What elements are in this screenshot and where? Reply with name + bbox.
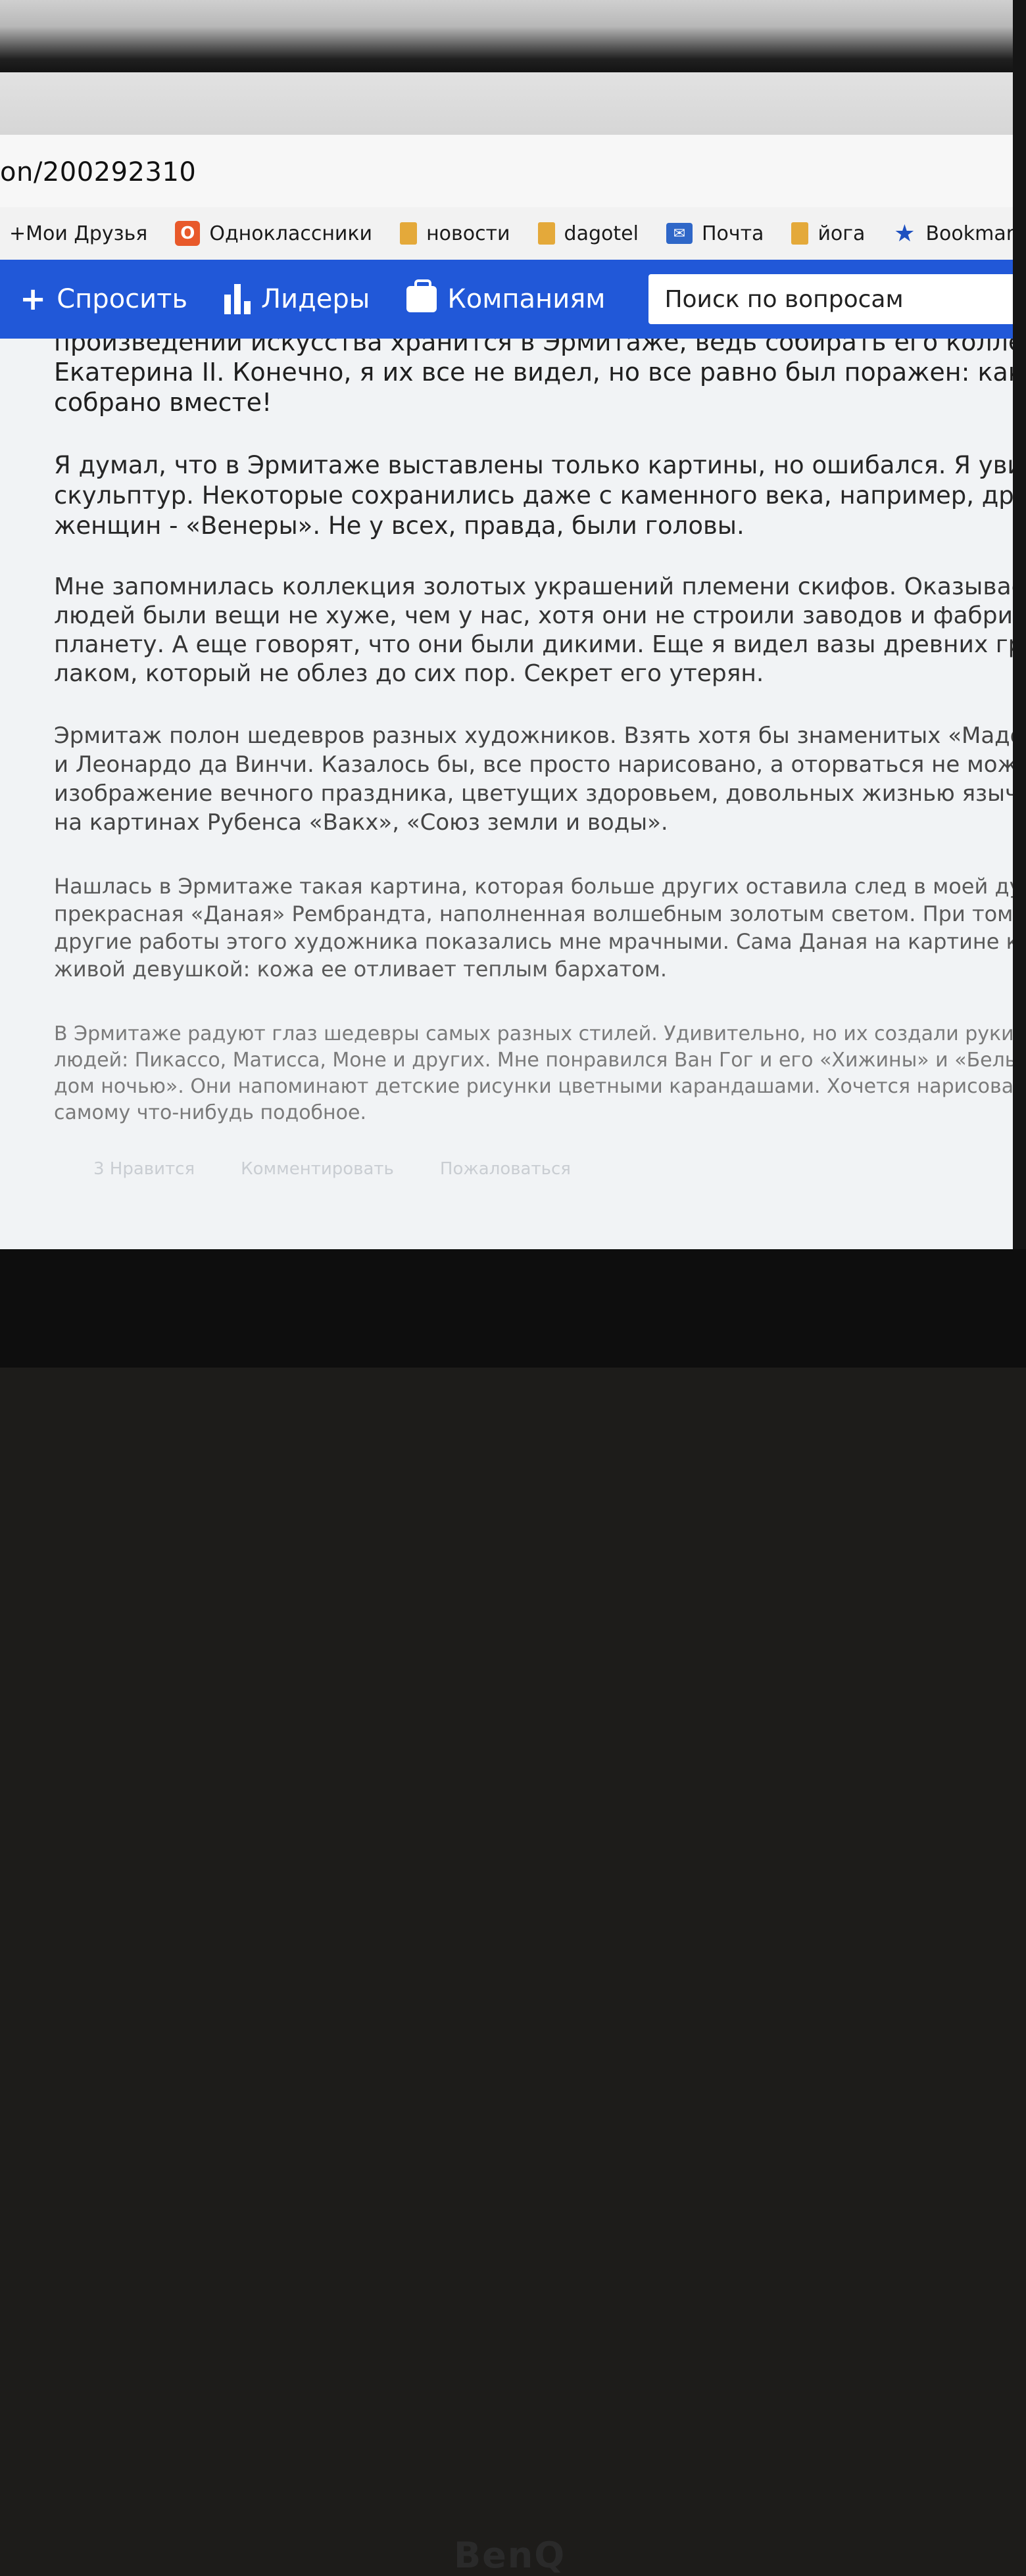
answer-actions: 3 Нравится Комментировать Пожаловаться (54, 1159, 1014, 1179)
address-url[interactable]: on/200292310 (0, 157, 196, 187)
report-button[interactable]: Пожаловаться (440, 1159, 571, 1179)
text-line: Я думал, что в Эрмитаже выставлены тольк… (54, 451, 1016, 479)
folder-icon (400, 222, 418, 245)
bookmark-label: Почта (701, 222, 764, 245)
browser-screen: on/200292310 +Мои Друзья О Одноклассники… (0, 72, 1016, 1249)
text-line: планету. А еще говорят, что они были дик… (54, 631, 1016, 658)
paragraph: Я думал, что в Эрмитаже выставлены тольк… (54, 450, 1016, 541)
monitor-bezel-bottom: BenQ (0, 1249, 1026, 2576)
bookmark-pochta[interactable]: ✉ Почта (666, 222, 764, 245)
paragraph: В Эрмитаже радуют глаз шедевры самых раз… (54, 1021, 1016, 1126)
bookmark-label: Bookmarks (925, 222, 1016, 245)
text-line: Мне запомнилась коллекция золотых украше… (54, 573, 1016, 600)
leaders-label: Лидеры (261, 284, 370, 314)
site-navbar: + Спросить Лидеры Компаниям Поиск по воп… (0, 260, 1016, 339)
bar-chart-icon (224, 284, 251, 314)
bookmark-label: +Мои Друзья (9, 222, 148, 245)
text-line: другие работы этого художника показались… (54, 929, 1016, 954)
answer-text: произведений искусства хранится в Эрмита… (54, 339, 1016, 1179)
text-line: лаком, который не облез до сих пор. Секр… (54, 660, 764, 687)
bookmark-label: Одноклассники (209, 222, 373, 245)
text-line: женщин - «Венеры». Не у всех, правда, бы… (54, 512, 745, 540)
paragraph: Эрмитаж полон шедевров разных художников… (54, 721, 1016, 837)
monitor-bezel-right (1013, 0, 1026, 1368)
bookmarks-bar: +Мои Друзья О Одноклассники новости dago… (0, 207, 1016, 260)
text-line: живой девушкой: кожа ее отливает теплым … (54, 957, 668, 982)
bookmark-label: новости (426, 222, 510, 245)
text-line: самому что-нибудь подобное. (54, 1101, 367, 1124)
text-line: Екатерина II. Конечно, я их все не видел… (54, 358, 1016, 387)
companies-link[interactable]: Компаниям (406, 279, 606, 314)
text-line: людей были вещи не хуже, чем у нас, хотя… (54, 602, 1016, 629)
paragraph: произведений искусства хранится в Эрмита… (54, 339, 1016, 417)
paragraph: Мне запомнилась коллекция золотых украше… (54, 573, 1016, 688)
mail-icon: ✉ (666, 223, 693, 244)
search-input[interactable]: Поиск по вопросам (648, 274, 1016, 324)
star-icon: ★ (894, 220, 916, 247)
text-line: собрано вместе! (54, 388, 272, 417)
text-line: на картинах Рубенса «Вакх», «Союз земли … (54, 809, 668, 836)
like-button[interactable]: 3 Нравится (93, 1159, 195, 1179)
text-line: Эрмитаж полон шедевров разных художников… (54, 723, 1016, 749)
bookmark-odnoklassniki[interactable]: О Одноклассники (175, 221, 372, 246)
leaders-link[interactable]: Лидеры (224, 284, 370, 314)
bookmark-novosti[interactable]: новости (400, 222, 510, 245)
bookmark-dagotel[interactable]: dagotel (537, 222, 639, 245)
bookmark-bookmarks[interactable]: ★ Bookmarks (892, 220, 1016, 247)
bookmark-label: dagotel (564, 222, 639, 245)
text-line: изображение вечного праздника, цветущих … (54, 780, 1016, 807)
text-line: Нашлась в Эрмитаже такая картина, котора… (54, 874, 1016, 899)
text-line: дом ночью». Они напоминают детские рисун… (54, 1075, 1016, 1098)
folder-icon (791, 222, 809, 245)
bookmark-my-friends[interactable]: +Мои Друзья (9, 222, 147, 245)
monitor-brand-logo: BenQ (454, 2535, 566, 2576)
answer-content: произведений искусства хранится в Эрмита… (0, 339, 1016, 1249)
text-line: прекрасная «Даная» Рембрандта, наполненн… (54, 901, 1016, 926)
bookmark-label: йога (818, 222, 866, 245)
folder-icon (537, 222, 555, 245)
briefcase-icon (406, 279, 437, 312)
odnoklassniki-icon: О (175, 221, 201, 246)
bookmark-yoga[interactable]: йога (791, 222, 865, 245)
companies-label: Компаниям (447, 284, 606, 314)
text-line: скульптур. Некоторые сохранились даже с … (54, 481, 1016, 510)
text-line: людей: Пикассо, Матисса, Моне и других. … (54, 1049, 1016, 1072)
text-line: и Леонардо да Винчи. Казалось бы, все пр… (54, 751, 1016, 778)
text-line: произведений искусства хранится в Эрмита… (54, 339, 1016, 356)
text-line: В Эрмитаже радуют глаз шедевры самых раз… (54, 1022, 1014, 1045)
plus-icon: + (20, 281, 47, 318)
search-placeholder: Поиск по вопросам (664, 285, 904, 313)
comment-button[interactable]: Комментировать (241, 1159, 394, 1179)
paragraph: Нашлась в Эрмитаже такая картина, котора… (54, 872, 1016, 983)
ask-button[interactable]: + Спросить (20, 283, 187, 315)
tab-strip (0, 72, 1016, 135)
address-bar[interactable]: on/200292310 (0, 135, 1016, 208)
ask-label: Спросить (57, 284, 188, 314)
monitor-bezel-top (0, 0, 1026, 72)
